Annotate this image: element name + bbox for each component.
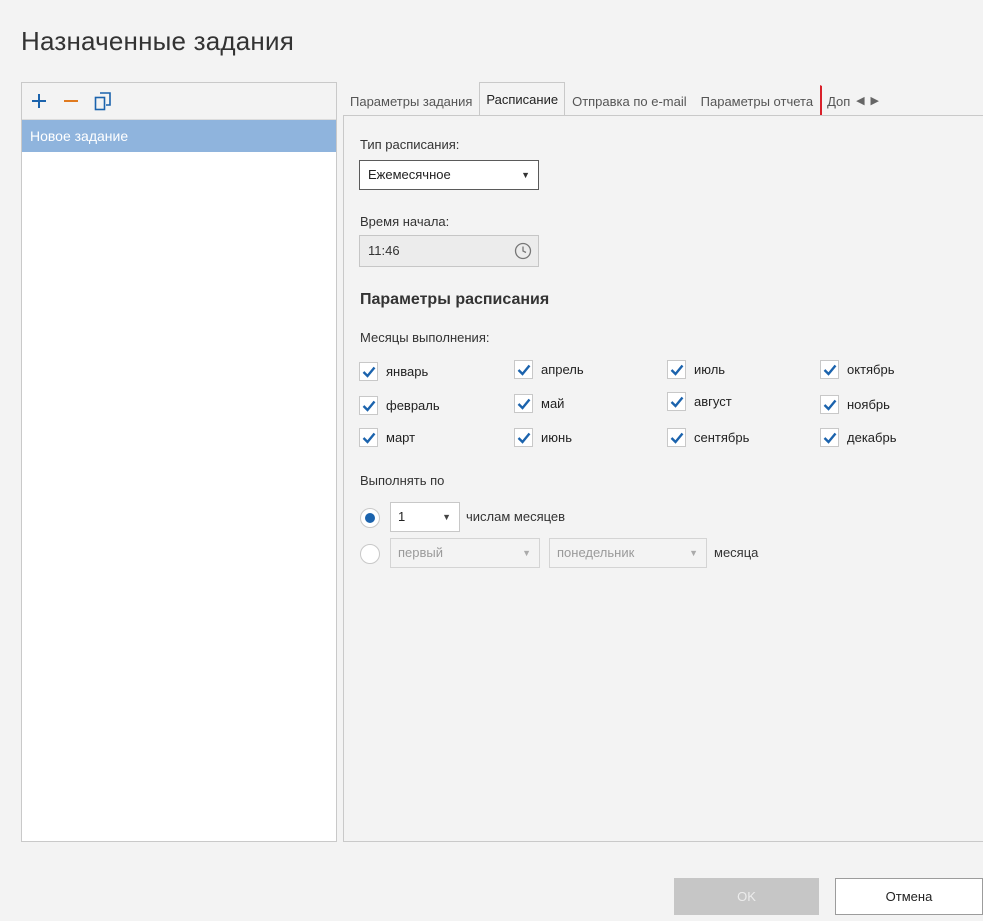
checkbox-checked-icon [359,362,378,381]
month-checkbox-august[interactable]: август [667,392,732,411]
month-label: сентябрь [694,430,750,445]
month-label: декабрь [847,430,897,445]
checkbox-checked-icon [514,428,533,447]
radio-selected-icon [365,513,375,523]
tab-scroll: ◀ ▶ [854,85,879,116]
chevron-down-icon: ▼ [522,548,531,558]
start-time-input[interactable]: 11:46 [359,235,539,267]
month-label: ноябрь [847,397,890,412]
clock-icon[interactable] [514,242,532,260]
remove-task-button[interactable] [60,90,82,112]
chevron-down-icon: ▼ [442,512,451,522]
tab-schedule[interactable]: Расписание [479,82,566,116]
checkbox-checked-icon [820,360,839,379]
checkbox-checked-icon [667,428,686,447]
month-checkbox-december[interactable]: декабрь [820,428,896,447]
month-label: июнь [541,430,572,445]
month-label: май [541,396,565,411]
schedule-panel: Тип расписания: Ежемесячное ▼ Время нача… [343,115,983,842]
checkbox-checked-icon [359,428,378,447]
checkbox-checked-icon [514,394,533,413]
month-label: июль [694,362,726,377]
month-checkbox-october[interactable]: октябрь [820,360,895,379]
task-list-item[interactable]: Новое задание [22,120,336,152]
tab-report-params[interactable]: Параметры отчета [694,85,820,116]
schedule-type-select[interactable]: Ежемесячное ▼ [359,160,539,190]
start-time-value: 11:46 [368,243,400,258]
tab-scroll-left-icon[interactable]: ◀ [856,94,864,107]
checkbox-checked-icon [667,392,686,411]
day-of-month-suffix: числам месяцев [466,509,566,524]
schedule-type-label: Тип расписания: [360,137,460,152]
task-list-toolbar [22,83,336,120]
tab-additional[interactable]: Доп [820,85,854,116]
checkbox-checked-icon [820,428,839,447]
checkbox-checked-icon [359,396,378,415]
month-label: март [386,430,416,445]
weekday-suffix: месяца [714,545,759,560]
task-list-panel: Новое задание [21,82,337,842]
chevron-down-icon: ▼ [689,548,698,558]
month-checkbox-september[interactable]: сентябрь [667,428,749,447]
plus-icon [32,94,46,108]
run-by-label: Выполнять по [360,473,445,488]
month-checkbox-november[interactable]: ноябрь [820,395,890,414]
tab-bar: Параметры задания Расписание Отправка по… [343,82,983,116]
month-label: апрель [541,362,584,377]
month-checkbox-july[interactable]: июль [667,360,725,379]
radio-weekday-of-month[interactable] [360,544,380,564]
add-task-button[interactable] [28,90,50,112]
ok-button[interactable]: OK [674,878,819,915]
chevron-down-icon: ▼ [521,170,530,180]
copy-icon [94,92,111,111]
checkbox-checked-icon [667,360,686,379]
cancel-button[interactable]: Отмена [835,878,983,915]
tab-email[interactable]: Отправка по e-mail [565,85,694,116]
month-checkbox-january[interactable]: январь [359,362,428,381]
month-label: август [694,394,732,409]
minus-icon [64,100,78,102]
start-time-label: Время начала: [360,214,450,229]
day-of-month-select[interactable]: 1 ▼ [390,502,460,532]
months-label: Месяцы выполнения: [360,330,490,345]
tab-task-params[interactable]: Параметры задания [343,85,479,116]
checkbox-checked-icon [514,360,533,379]
weekday-select[interactable]: понедельник ▼ [549,538,707,568]
month-label: октябрь [847,362,895,377]
checkbox-checked-icon [820,395,839,414]
ordinal-value: первый [398,545,444,560]
schedule-params-heading: Параметры расписания [360,291,550,308]
weekday-value: понедельник [557,545,635,560]
month-checkbox-april[interactable]: апрель [514,360,584,379]
radio-day-of-month[interactable] [360,508,380,528]
copy-task-button[interactable] [92,90,114,112]
month-checkbox-may[interactable]: май [514,394,564,413]
month-checkbox-march[interactable]: март [359,428,415,447]
month-checkbox-february[interactable]: февраль [359,396,440,415]
day-of-month-value: 1 [398,509,406,524]
window-title: Назначенные задания [21,26,294,56]
schedule-type-value: Ежемесячное [368,167,451,182]
tab-scroll-right-icon[interactable]: ▶ [871,94,879,107]
month-checkbox-june[interactable]: июнь [514,428,572,447]
month-label: январь [386,364,429,379]
month-label: февраль [386,398,440,413]
ordinal-select[interactable]: первый ▼ [390,538,540,568]
